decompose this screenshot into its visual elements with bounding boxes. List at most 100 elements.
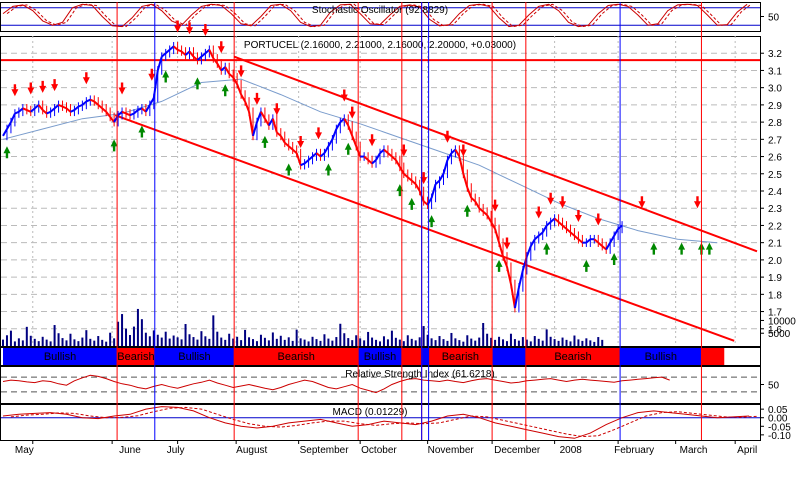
macd-panel: 0.050.00-0.05-0.10MACD (0.01229): [0, 404, 791, 442]
x-axis-label: November: [428, 445, 475, 456]
price-segment: [42, 109, 48, 115]
price-segment: [101, 107, 107, 113]
price-tick-label: 2.4: [768, 187, 782, 198]
price-segment: [14, 110, 20, 115]
price-segment: [30, 107, 36, 113]
buy-signal-arrow-icon: [705, 242, 713, 255]
price-segment: [307, 155, 314, 161]
price-segment: [506, 266, 512, 285]
price-segment: [292, 148, 298, 154]
price-segment: [252, 121, 258, 137]
sell-signal-arrow-icon: [82, 72, 90, 85]
volume-bar: [259, 334, 262, 346]
price-segment: [573, 235, 580, 240]
volume-bar: [375, 339, 378, 346]
sell-signal-arrow-icon: [201, 24, 209, 36]
sell-signal-arrow-icon: [547, 192, 555, 205]
volume-bar: [367, 331, 370, 346]
price-tick-label: 3.2: [768, 49, 782, 60]
price-segment: [319, 152, 326, 158]
volume-bar: [565, 339, 568, 346]
buy-signal-arrow-icon: [261, 135, 269, 148]
volume-bar: [204, 336, 207, 346]
price-tick-label: 1.8: [768, 290, 782, 301]
buy-signal-arrow-icon: [543, 242, 551, 255]
price-segment: [295, 152, 302, 166]
price-segment: [454, 149, 461, 158]
price-segment: [6, 121, 12, 130]
volume-bar: [414, 340, 417, 346]
volume-bar: [418, 337, 421, 346]
volume-bar: [601, 339, 604, 346]
volume-bar: [49, 341, 52, 346]
volume-bar: [5, 335, 8, 346]
price-segment: [85, 98, 91, 103]
price-title: PORTUCEL (2.16000, 2.21000, 2.16000, 2.2…: [244, 40, 516, 51]
macd-tick-label: -0.10: [768, 431, 791, 442]
x-axis-label: September: [300, 445, 350, 456]
volume-bar: [132, 326, 135, 346]
volume-bar: [593, 341, 596, 346]
x-axis: May June July August September October Novembe…: [0, 440, 760, 456]
price-segment: [216, 63, 223, 71]
volume-bar: [25, 326, 28, 346]
volume-bar: [355, 335, 358, 346]
price-tick-label: 1.9: [768, 273, 782, 284]
volume-bar: [597, 337, 600, 346]
volume-bar: [29, 335, 32, 346]
price-segment: [383, 148, 389, 154]
price-segment: [228, 73, 234, 79]
volume-bar: [279, 335, 282, 346]
x-axis-label: May: [15, 445, 34, 456]
price-segment: [513, 287, 520, 309]
sell-signal-arrow-icon: [503, 237, 511, 250]
volume-bar: [184, 324, 187, 346]
volume-bar: [255, 341, 258, 346]
price-segment: [303, 159, 310, 165]
price-segment: [78, 103, 83, 108]
volume-bar: [140, 319, 143, 346]
trend-band-label: Bullish: [44, 351, 76, 363]
sell-signal-arrow-icon: [459, 144, 467, 157]
price-segment: [538, 231, 544, 237]
trend-band-label: Bearish: [278, 351, 315, 363]
volume-bar: [394, 337, 397, 346]
x-axis-label: 2008: [560, 445, 583, 456]
price-segment: [478, 207, 484, 213]
volume-bar: [33, 338, 36, 346]
price-segment: [367, 159, 373, 165]
volume-bar: [331, 340, 334, 346]
trend-band-label: Bearish: [117, 351, 154, 363]
volume-bar: [73, 339, 76, 346]
bullish-band: [421, 347, 429, 365]
volume-bar: [521, 337, 524, 346]
volume-bar: [93, 340, 96, 346]
price-segment: [371, 159, 377, 165]
volume-bar: [410, 338, 413, 346]
sell-signal-arrow-icon: [314, 127, 322, 140]
volume-bar: [486, 333, 489, 346]
volume-bar: [128, 335, 131, 346]
volume-tick-label: 10000: [768, 316, 796, 327]
price-segment: [391, 155, 397, 161]
sell-signal-arrow-icon: [237, 65, 245, 78]
price-segment: [379, 148, 385, 154]
volume-bar: [498, 336, 501, 346]
price-segment: [486, 214, 492, 223]
buy-signal-arrow-icon: [495, 259, 503, 272]
price-segment: [438, 173, 445, 182]
volume-bar: [474, 340, 477, 346]
volume-bar: [458, 340, 461, 346]
volume-bar: [53, 325, 56, 346]
price-segment: [351, 135, 358, 147]
price-segment: [494, 228, 501, 243]
x-axis-label: August: [236, 445, 267, 456]
volume-bar: [271, 332, 274, 346]
volume-bar: [529, 341, 532, 346]
sell-signal-arrow-icon: [491, 199, 499, 212]
bullish-band: [492, 347, 526, 365]
price-segment: [466, 187, 473, 199]
volume-bar: [406, 335, 409, 346]
price-segment: [315, 152, 322, 158]
price-segment: [240, 94, 246, 102]
